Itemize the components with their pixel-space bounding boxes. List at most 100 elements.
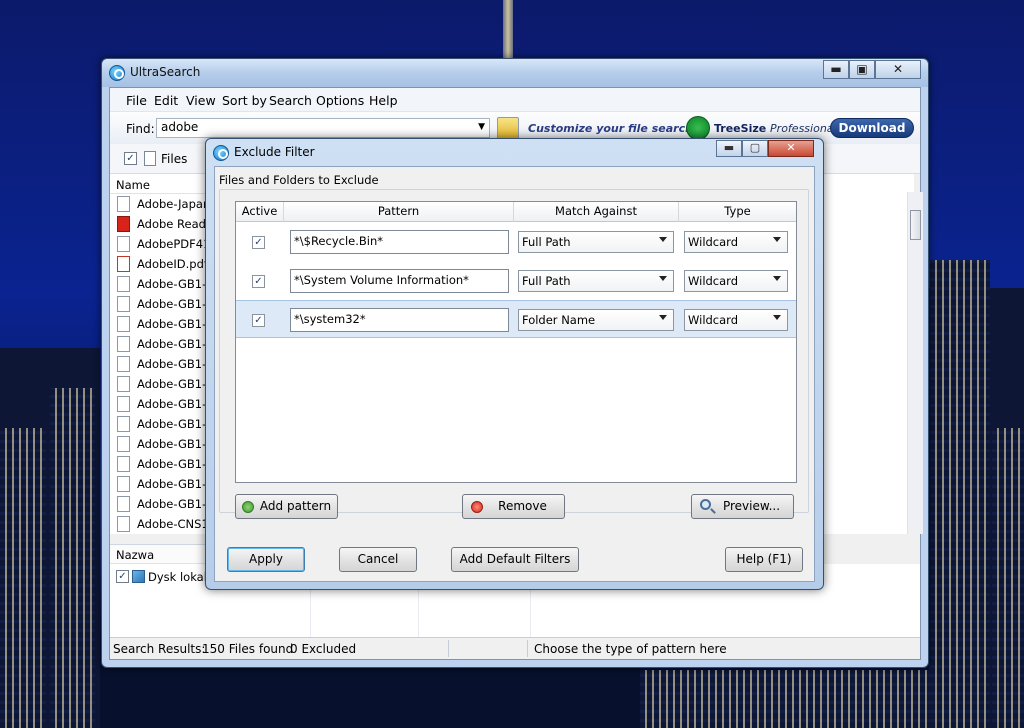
find-input[interactable]: adobe ▼	[156, 118, 490, 138]
find-label: Find:	[126, 122, 155, 136]
document-icon	[117, 236, 130, 252]
pdf-icon	[117, 256, 130, 272]
add-default-filters-button[interactable]: Add Default Filters	[451, 547, 579, 572]
document-icon	[117, 396, 130, 412]
status-bar: Search Results: 150 Files found 0 Exclud…	[110, 637, 920, 659]
preview-button[interactable]: Preview...	[691, 494, 794, 519]
list-item[interactable]: Adobe-GB1-GB	[110, 414, 206, 434]
pattern-input[interactable]: *\System Volume Information*	[290, 269, 509, 293]
pattern-input[interactable]: *\system32*	[290, 308, 509, 332]
type-select[interactable]: Wildcard	[684, 231, 788, 253]
exclude-filter-dialog: Exclude Filter ▬ ▢ ✕ Files and Folders t…	[205, 138, 824, 590]
menu-edit[interactable]: Edit	[154, 93, 178, 108]
list-item[interactable]: AdobePDF417	[110, 234, 206, 254]
table-row-selected[interactable]: ✓ *\system32* Folder Name Wildcard	[236, 300, 796, 338]
document-icon	[117, 336, 130, 352]
menu-file[interactable]: File	[126, 93, 147, 108]
list-item[interactable]: Adobe-GB1-GB	[110, 394, 206, 414]
file-name: Adobe-GB1-0	[137, 277, 206, 291]
browse-folder-button[interactable]	[497, 117, 519, 139]
file-name: Adobe-GB1-GB	[137, 397, 206, 411]
list-item[interactable]: Adobe-GB1-2	[110, 314, 206, 334]
match-against-select[interactable]: Full Path	[518, 270, 674, 292]
treesize-label[interactable]: TreeSize Professional	[714, 122, 837, 135]
title-bar[interactable]: UltraSearch ▬ ▣ ✕	[102, 59, 928, 87]
drives-column-label: Nazwa	[116, 548, 155, 562]
active-checkbox[interactable]: ✓	[252, 314, 265, 327]
list-item[interactable]: Adobe-CNS1	[110, 514, 206, 534]
list-item[interactable]: Adobe-GB1-4	[110, 354, 206, 374]
menu-sort-by[interactable]: Sort by	[222, 93, 267, 108]
list-item[interactable]: Adobe-GB1-3	[110, 334, 206, 354]
file-name: Adobe-GB1-5	[137, 377, 206, 391]
active-checkbox[interactable]: ✓	[252, 236, 265, 249]
results-list: Adobe-Japan2 Adobe Reader AdobePDF417 Adobe…	[110, 194, 206, 534]
active-checkbox[interactable]: ✓	[252, 275, 265, 288]
files-filter-label: Files	[161, 152, 188, 166]
files-checkbox[interactable]: ✓	[124, 152, 137, 165]
download-button[interactable]: Download	[830, 118, 914, 138]
maximize-button[interactable]: ▣	[849, 60, 875, 79]
list-item[interactable]: Adobe-GB1-H-	[110, 454, 206, 474]
results-scrollbar[interactable]	[907, 192, 923, 534]
dialog-minimize-button[interactable]: ▬	[716, 140, 742, 157]
ultrasearch-icon	[213, 145, 229, 161]
window-title: UltraSearch	[130, 65, 201, 79]
column-match-against[interactable]: Match Against	[514, 202, 679, 222]
chevron-down-icon	[773, 237, 781, 242]
exclude-table: Active Pattern Match Against Type ✓ *\$R…	[235, 201, 797, 483]
type-select[interactable]: Wildcard	[684, 309, 788, 331]
file-name: AdobeID.pdf	[137, 257, 206, 271]
list-item[interactable]: Adobe-GB1-H-	[110, 434, 206, 454]
close-button[interactable]: ✕	[875, 60, 921, 79]
promo-link[interactable]: Customize your file search	[528, 122, 693, 135]
column-pattern[interactable]: Pattern	[284, 202, 514, 222]
status-separator	[527, 640, 528, 657]
list-item[interactable]: AdobeID.pdf	[110, 254, 206, 274]
pattern-input[interactable]: *\$Recycle.Bin*	[290, 230, 509, 254]
table-row[interactable]: ✓ *\System Volume Information* Full Path…	[236, 262, 796, 300]
dialog-maximize-button[interactable]: ▢	[742, 140, 768, 157]
menu-options[interactable]: Options	[316, 93, 364, 108]
preview-label: Preview...	[722, 499, 781, 513]
drive-checkbox[interactable]: ✓	[116, 570, 129, 583]
minimize-button[interactable]: ▬	[823, 60, 849, 79]
cancel-button[interactable]: Cancel	[339, 547, 417, 572]
add-pattern-button[interactable]: Add pattern	[235, 494, 338, 519]
menu-help[interactable]: Help	[369, 93, 398, 108]
table-row[interactable]: ✓ *\$Recycle.Bin* Full Path Wildcard	[236, 223, 796, 261]
help-button[interactable]: Help (F1)	[725, 547, 803, 572]
remove-button[interactable]: Remove	[462, 494, 565, 519]
type-select[interactable]: Wildcard	[684, 270, 788, 292]
chevron-down-icon	[659, 237, 667, 242]
status-found: 150 Files found	[202, 642, 294, 656]
scrollbar-thumb[interactable]	[910, 210, 921, 240]
document-icon	[117, 316, 130, 332]
apply-button[interactable]: Apply	[227, 547, 305, 572]
document-icon	[117, 416, 130, 432]
building	[640, 670, 930, 728]
drives-column-header[interactable]: Nazwa	[110, 544, 206, 564]
menu-view[interactable]: View	[186, 93, 216, 108]
dialog-close-button[interactable]: ✕	[768, 140, 814, 157]
menu-search[interactable]: Search	[269, 93, 312, 108]
chevron-down-icon[interactable]: ▼	[478, 122, 485, 132]
match-against-value: Full Path	[522, 274, 571, 288]
list-item[interactable]: Adobe-GB1-0	[110, 274, 206, 294]
building	[100, 668, 640, 728]
name-column-label: Name	[116, 178, 150, 192]
list-item[interactable]: Adobe-GB1-H-	[110, 474, 206, 494]
column-active[interactable]: Active	[236, 202, 284, 222]
column-type[interactable]: Type	[679, 202, 796, 222]
document-icon	[117, 276, 130, 292]
match-against-select[interactable]: Folder Name	[518, 309, 674, 331]
list-item[interactable]: Adobe Reader	[110, 214, 206, 234]
name-column-header[interactable]: Name	[110, 174, 206, 194]
file-name: Adobe-GB1-2	[137, 317, 206, 331]
list-item[interactable]: Adobe-GB1-5	[110, 374, 206, 394]
match-against-select[interactable]: Full Path	[518, 231, 674, 253]
list-item[interactable]: Adobe-GB1-UC	[110, 494, 206, 514]
list-item[interactable]: Adobe-GB1-1	[110, 294, 206, 314]
list-item[interactable]: Adobe-Japan2	[110, 194, 206, 214]
type-value: Wildcard	[688, 313, 739, 327]
